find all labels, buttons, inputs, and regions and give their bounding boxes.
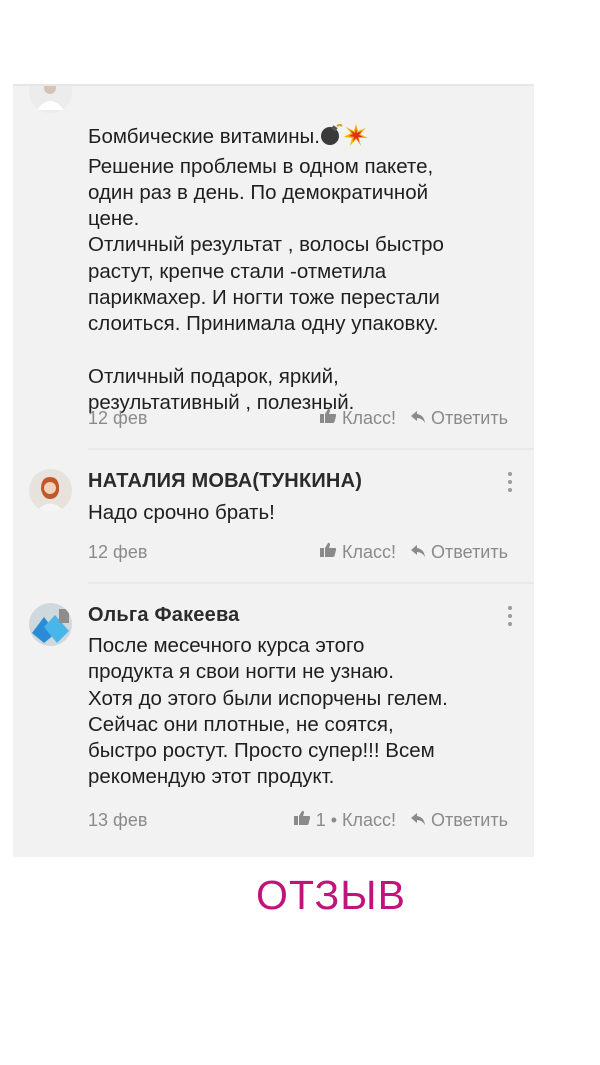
review-label: ОТЗЫВ bbox=[256, 872, 406, 918]
reply-button[interactable]: Ответить bbox=[410, 408, 508, 429]
reply-arrow-icon bbox=[410, 542, 426, 563]
comment-date: 12 фев bbox=[88, 408, 148, 428]
comment-text: После месечного курса этого продукта я с… bbox=[88, 634, 448, 789]
like-count: 1 bbox=[315, 810, 326, 830]
reply-arrow-icon bbox=[410, 408, 426, 429]
bomb-icon bbox=[320, 124, 344, 153]
comment-text: Бомбические витамины. Решение проблемы в… bbox=[88, 124, 444, 415]
more-options-icon[interactable] bbox=[508, 472, 512, 492]
thumbs-up-icon bbox=[319, 408, 337, 429]
thumbs-up-icon bbox=[293, 810, 311, 831]
like-separator: • bbox=[330, 810, 338, 830]
like-button[interactable]: Класс! bbox=[319, 408, 396, 429]
avatar[interactable] bbox=[29, 603, 72, 646]
comments-card: Бомбические витамины. Решение проблемы в… bbox=[13, 86, 534, 857]
comment-date: 13 фев bbox=[88, 810, 148, 830]
comment-date: 12 фев bbox=[88, 542, 148, 562]
reply-button[interactable]: Ответить bbox=[410, 810, 508, 831]
more-options-icon[interactable] bbox=[508, 606, 512, 626]
comment-item: Ольга Факеева После месечного курса этог… bbox=[13, 584, 534, 857]
comment-item: Бомбические витамины. Решение проблемы в… bbox=[13, 86, 534, 448]
comment-item: НАТАЛИЯ МОВА(ТУНКИНА) Надо срочно брать!… bbox=[13, 450, 534, 582]
footer-caption: ОТЗЫВ bbox=[0, 872, 600, 919]
comment-text: Надо срочно брать! bbox=[88, 501, 275, 524]
comment-actions: Класс! Ответить bbox=[319, 408, 508, 429]
thumbs-up-icon bbox=[319, 542, 337, 563]
avatar[interactable] bbox=[29, 469, 72, 512]
comment-author[interactable]: НАТАЛИЯ МОВА(ТУНКИНА) bbox=[88, 470, 362, 493]
reply-button[interactable]: Ответить bbox=[410, 542, 508, 563]
like-button[interactable]: Класс! bbox=[319, 542, 396, 563]
avatar[interactable] bbox=[29, 86, 72, 113]
reply-arrow-icon bbox=[410, 810, 426, 831]
comment-author[interactable]: Ольга Факеева bbox=[88, 604, 240, 627]
comment-actions: 1 • Класс! Ответить bbox=[293, 810, 508, 831]
comment-actions: Класс! Ответить bbox=[319, 542, 508, 563]
collision-icon bbox=[343, 124, 368, 153]
like-button[interactable]: 1 • Класс! bbox=[293, 810, 396, 831]
